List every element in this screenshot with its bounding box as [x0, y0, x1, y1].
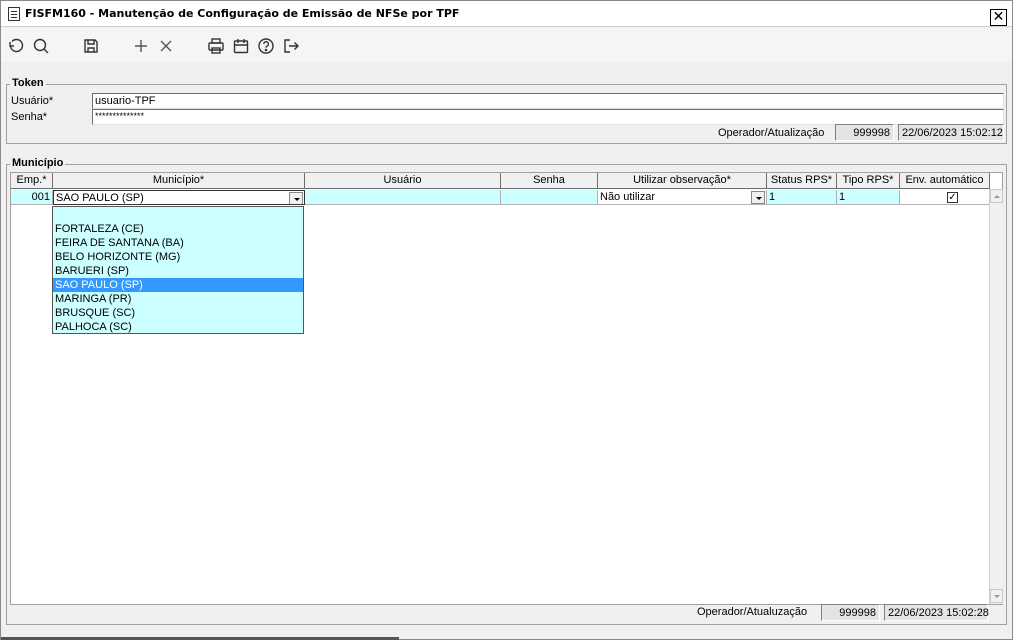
token-legend: Token [10, 77, 46, 89]
document-icon [8, 7, 20, 21]
undo-icon[interactable] [6, 37, 24, 55]
dropdown-option[interactable]: BELO HORIZONTE (MG) [53, 250, 303, 264]
observacao-select-value: Não utilizar [600, 191, 656, 203]
calendar-icon[interactable] [232, 37, 250, 55]
token-operator-label: Operador/Atualização [718, 127, 825, 139]
token-operator-value: 999998 [835, 124, 894, 141]
token-timestamp: 22/06/2023 15:02:12 [898, 124, 1004, 141]
column-header-status-rps[interactable]: Status RPS* [767, 173, 837, 189]
delete-icon[interactable] [157, 37, 175, 55]
chevron-down-icon[interactable] [289, 192, 303, 204]
main-window: FISFM160 - Manutenção de Configuração de… [0, 0, 1013, 640]
cell-emp[interactable]: 001 [11, 190, 53, 205]
search-icon[interactable] [32, 37, 50, 55]
cell-usuario[interactable] [305, 190, 501, 205]
dropdown-option[interactable] [53, 208, 303, 222]
cell-status-rps[interactable]: 1 [767, 190, 837, 205]
municipio-select-value: SAO PAULO (SP) [56, 192, 144, 204]
column-header-observacao[interactable]: Utilizar observação* [598, 173, 767, 189]
municipio-select[interactable]: SAO PAULO (SP) [53, 190, 305, 205]
column-header-senha[interactable]: Senha [501, 173, 598, 189]
cell-env-automatico [900, 190, 990, 205]
dropdown-option[interactable]: MARINGA (PR) [53, 292, 303, 306]
token-password-field[interactable]: ************** [92, 109, 1004, 125]
scroll-down-icon[interactable] [990, 589, 1003, 603]
column-header-emp[interactable]: Emp.* [11, 173, 53, 189]
cell-senha[interactable] [501, 190, 598, 205]
save-icon[interactable] [82, 37, 100, 55]
grid-scrollbar[interactable] [989, 189, 1003, 604]
municipio-operator-value: 999998 [821, 604, 880, 621]
dropdown-option[interactable]: FORTALEZA (CE) [53, 222, 303, 236]
chevron-down-icon[interactable] [751, 191, 765, 204]
env-automatico-checkbox[interactable]: ✓ [947, 192, 958, 203]
dropdown-option[interactable]: BRUSQUE (SC) [53, 306, 303, 320]
municipio-dropdown-list: FORTALEZA (CE) FEIRA DE SANTANA (BA) BEL… [52, 206, 304, 334]
dropdown-option[interactable]: PALHOCA (SC) [53, 320, 303, 334]
column-header-env-automatico[interactable]: Env. automático [900, 173, 990, 189]
toolbar [1, 28, 1012, 62]
observacao-select[interactable]: Não utilizar [598, 190, 767, 205]
column-header-tipo-rps[interactable]: Tipo RPS* [837, 173, 900, 189]
exit-icon[interactable] [282, 37, 300, 55]
municipio-legend: Município [10, 157, 66, 169]
token-password-label: Senha* [11, 111, 48, 123]
help-icon[interactable] [257, 37, 275, 55]
cell-tipo-rps[interactable]: 1 [837, 190, 900, 205]
add-icon[interactable] [132, 37, 150, 55]
dropdown-option[interactable]: BARUERI (SP) [53, 264, 303, 278]
scroll-up-icon[interactable] [990, 189, 1003, 203]
dropdown-option-selected[interactable]: SAO PAULO (SP) [53, 278, 303, 292]
title-bar: FISFM160 - Manutenção de Configuração de… [1, 1, 1012, 27]
print-icon[interactable] [207, 37, 225, 55]
token-user-label: Usuário* [11, 95, 54, 107]
dropdown-option[interactable]: FEIRA DE SANTANA (BA) [53, 236, 303, 250]
window-title: FISFM160 - Manutenção de Configuração de… [25, 7, 460, 20]
municipio-operator-label: Operador/Atualuzação [697, 606, 808, 618]
column-header-usuario[interactable]: Usuário [305, 173, 501, 189]
close-button[interactable]: ✕ [990, 9, 1007, 26]
municipio-timestamp: 22/06/2023 15:02:28 [884, 604, 989, 621]
token-user-field[interactable]: usuario-TPF [92, 93, 1004, 109]
column-header-municipio[interactable]: Município* [53, 173, 305, 189]
